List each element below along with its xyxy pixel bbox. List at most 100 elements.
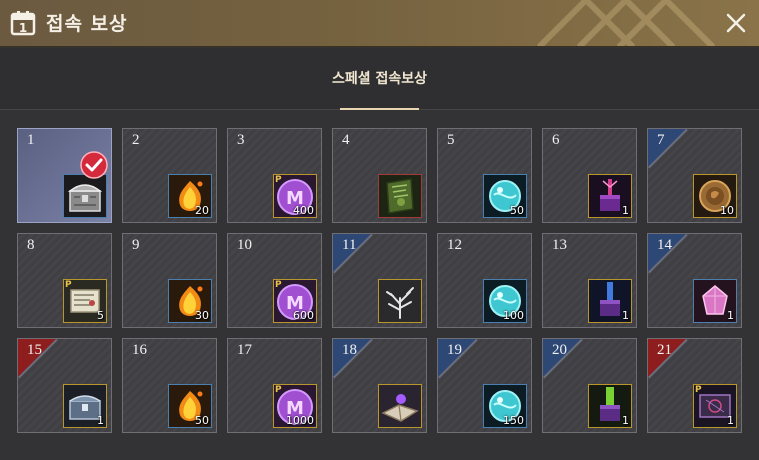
day-number: 11 <box>342 237 357 253</box>
tab-bar: 스페셜 접속보상 <box>0 48 759 110</box>
premium-p-badge: P <box>275 280 282 290</box>
reward-item-slot[interactable]: 50 <box>168 384 212 428</box>
day-number: 9 <box>132 237 140 253</box>
reward-item-slot[interactable]: M P 1000 <box>273 384 317 428</box>
day-number: 3 <box>237 132 245 148</box>
day-number: 18 <box>342 342 357 358</box>
reward-cell-day-7[interactable]: 7 10 <box>647 128 742 223</box>
day-number: 16 <box>132 342 147 358</box>
reward-item-slot[interactable] <box>63 174 107 218</box>
item-quantity: 1 <box>727 414 734 427</box>
reward-item-slot[interactable]: 30 <box>168 279 212 323</box>
calendar-icon: 1 <box>10 11 36 36</box>
reward-item-slot[interactable]: 1 <box>63 384 107 428</box>
claimed-check-icon <box>80 151 108 179</box>
item-quantity: 150 <box>503 414 524 427</box>
item-quantity: 50 <box>195 414 209 427</box>
reward-item-slot[interactable] <box>378 174 422 218</box>
reward-cell-day-11[interactable]: 11 <box>332 233 427 328</box>
premium-p-badge: P <box>695 385 702 395</box>
reward-cell-day-21[interactable]: 21 P 1 <box>647 338 742 433</box>
tab-special-login-reward[interactable]: 스페셜 접속보상 <box>300 48 459 110</box>
day-number: 14 <box>657 237 672 253</box>
reward-cell-day-17[interactable]: 17 M P 1000 <box>227 338 322 433</box>
item-quantity: 400 <box>293 204 314 217</box>
reward-item-slot[interactable]: 20 <box>168 174 212 218</box>
day-number: 10 <box>237 237 252 253</box>
header-pattern-decoration <box>536 0 716 46</box>
item-quantity: 20 <box>195 204 209 217</box>
item-quantity: 1 <box>622 309 629 322</box>
item-quantity: 30 <box>195 309 209 322</box>
reward-cell-day-1[interactable]: 1 <box>17 128 112 223</box>
day-number: 13 <box>552 237 567 253</box>
treasure-chest-icon <box>67 184 103 212</box>
reward-item-slot[interactable]: P1 <box>693 384 737 428</box>
day-number: 12 <box>447 237 462 253</box>
calendar-icon-digit: 1 <box>19 21 27 35</box>
item-quantity: 1 <box>622 414 629 427</box>
reward-cell-day-4[interactable]: 4 <box>332 128 427 223</box>
reward-cell-day-15[interactable]: 15 1 <box>17 338 112 433</box>
item-quantity: 1 <box>622 204 629 217</box>
reward-cell-day-9[interactable]: 9 30 <box>122 233 217 328</box>
day-number: 15 <box>27 342 42 358</box>
reward-item-slot[interactable] <box>378 279 422 323</box>
item-quantity: 600 <box>293 309 314 322</box>
reward-item-slot[interactable]: P5 <box>63 279 107 323</box>
premium-p-badge: P <box>275 175 282 185</box>
reward-item-slot[interactable] <box>378 384 422 428</box>
reward-cell-day-10[interactable]: 10 M P 600 <box>227 233 322 328</box>
day-number: 2 <box>132 132 140 148</box>
item-quantity: 1 <box>97 414 104 427</box>
day-number: 21 <box>657 342 672 358</box>
item-quantity: 10 <box>720 204 734 217</box>
reward-item-slot[interactable]: 1 <box>588 174 632 218</box>
item-quantity: 100 <box>503 309 524 322</box>
close-button[interactable] <box>723 10 749 36</box>
reward-cell-day-16[interactable]: 16 50 <box>122 338 217 433</box>
item-quantity: 1000 <box>286 414 314 427</box>
title-bar: 1 접속 보상 <box>0 0 759 47</box>
reward-cell-day-2[interactable]: 2 20 <box>122 128 217 223</box>
page-title: 접속 보상 <box>46 13 128 35</box>
reward-cell-day-19[interactable]: 19 150 <box>437 338 532 433</box>
item-quantity: 5 <box>97 309 104 322</box>
reward-cell-day-18[interactable]: 18 <box>332 338 427 433</box>
tab-label: 스페셜 접속보상 <box>331 71 428 87</box>
reward-item-slot[interactable]: 1 <box>588 279 632 323</box>
green-book-icon <box>379 175 421 217</box>
active-tab-indicator <box>340 108 419 110</box>
day-number: 7 <box>657 132 665 148</box>
reward-cell-day-8[interactable]: 8P5 <box>17 233 112 328</box>
reward-item-slot[interactable]: M P 600 <box>273 279 317 323</box>
reward-item-slot[interactable]: 1 <box>693 279 737 323</box>
day-number: 1 <box>27 132 35 148</box>
day-number: 20 <box>552 342 567 358</box>
day-number: 8 <box>27 237 35 253</box>
reward-item-slot[interactable]: 50 <box>483 174 527 218</box>
reward-cell-day-13[interactable]: 13 1 <box>542 233 637 328</box>
reward-item-slot[interactable]: 100 <box>483 279 527 323</box>
day-number: 5 <box>447 132 455 148</box>
premium-p-badge: P <box>65 280 72 290</box>
day-number: 6 <box>552 132 560 148</box>
day-number: 17 <box>237 342 252 358</box>
reward-cell-day-6[interactable]: 61 <box>542 128 637 223</box>
day-number: 4 <box>342 132 350 148</box>
reward-item-slot[interactable]: 1 <box>588 384 632 428</box>
reward-cell-day-14[interactable]: 14 1 <box>647 233 742 328</box>
premium-p-badge: P <box>275 385 282 395</box>
reward-cell-day-5[interactable]: 5 50 <box>437 128 532 223</box>
reward-item-slot[interactable]: M P 400 <box>273 174 317 218</box>
reward-item-slot[interactable]: 10 <box>693 174 737 218</box>
close-icon <box>726 13 746 33</box>
white-tree-icon <box>379 280 421 322</box>
reward-item-slot[interactable]: 150 <box>483 384 527 428</box>
item-quantity: 50 <box>510 204 524 217</box>
reward-cell-day-3[interactable]: 3 M P 400 <box>227 128 322 223</box>
item-quantity: 1 <box>727 309 734 322</box>
reward-cell-day-20[interactable]: 20 1 <box>542 338 637 433</box>
purple-book-icon <box>379 385 421 427</box>
reward-cell-day-12[interactable]: 12 100 <box>437 233 532 328</box>
